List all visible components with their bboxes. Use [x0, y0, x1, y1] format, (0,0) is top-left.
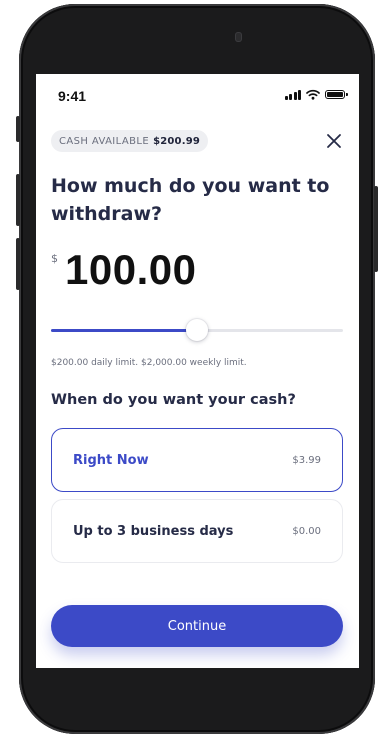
phone-frame: 9:41 CASH AVAILABLE $200.99 How much do …	[16, 4, 378, 734]
option-label: Up to 3 business days	[73, 523, 234, 539]
slider-thumb[interactable]	[186, 319, 208, 341]
phone-action-button	[16, 116, 20, 142]
withdraw-question: How much do you want to withdraw?	[51, 175, 330, 225]
cash-available-amount: $200.99	[153, 135, 201, 147]
slider-track-fill	[51, 329, 197, 332]
phone-screen: 9:41 CASH AVAILABLE $200.99 How much do …	[36, 74, 359, 668]
continue-button[interactable]: Continue	[51, 605, 343, 647]
option-business-days[interactable]: Up to 3 business days $0.00	[51, 499, 343, 563]
cash-available-badge: CASH AVAILABLE $200.99	[51, 130, 209, 152]
option-label: Right Now	[73, 452, 149, 468]
option-price: $3.99	[292, 454, 321, 466]
front-camera	[235, 32, 242, 42]
wifi-icon	[306, 89, 320, 100]
amount-slider[interactable]	[51, 318, 343, 342]
signal-icon	[284, 89, 301, 100]
status-icons	[284, 89, 348, 100]
amount-display: $ 100.00	[51, 242, 196, 298]
battery-icon	[325, 90, 348, 99]
currency-symbol: $	[51, 252, 58, 265]
timing-question: When do you want your cash?	[51, 392, 296, 408]
phone-power-button	[374, 186, 378, 272]
option-price: $0.00	[292, 525, 321, 537]
stage: 9:41 CASH AVAILABLE $200.99 How much do …	[0, 0, 380, 736]
phone-volume-up-button	[16, 174, 20, 226]
option-right-now[interactable]: Right Now $3.99	[51, 428, 343, 492]
withdraw-amount: 100.00	[65, 246, 197, 293]
cash-available-label: CASH AVAILABLE	[59, 135, 150, 147]
phone-volume-down-button	[16, 238, 20, 290]
close-icon[interactable]	[325, 132, 343, 150]
withdraw-limits-text: $200.00 daily limit. $2,000.00 weekly li…	[51, 358, 247, 368]
status-time: 9:41	[58, 88, 87, 104]
